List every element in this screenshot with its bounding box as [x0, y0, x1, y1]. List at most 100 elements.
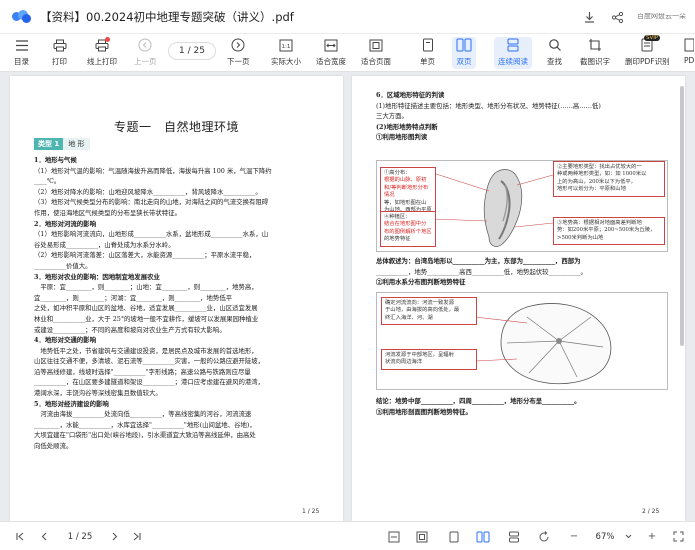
fullscreen-button[interactable] — [670, 522, 686, 550]
text-line: 1．地形与气候 — [34, 156, 77, 164]
vertical-scrollbar[interactable] — [680, 86, 684, 346]
fullscreen-icon — [673, 531, 683, 542]
prev-page-bottom-button[interactable] — [36, 522, 52, 550]
svg-text:1:1: 1:1 — [282, 44, 291, 50]
double-page-bottom-button[interactable] — [474, 522, 492, 550]
document-viewport[interactable]: 专题一 自然地理环境 类型 1 地 形 1．地形与气候 （1）地形对气温的影响：气… — [0, 72, 695, 521]
continuous-reading-button[interactable]: 连续阅读 — [494, 37, 532, 69]
double-page-button[interactable]: 双页 — [452, 37, 476, 69]
chevron-right-circle-icon — [231, 37, 245, 53]
print-button[interactable]: 打印 — [52, 37, 67, 69]
document-title: 【资料】00.2024初中地理专题突破（讲义）.pdf — [40, 9, 294, 24]
download-icon[interactable] — [581, 9, 597, 25]
text-line: 平原：宜________，则________；山地：宜________，则___… — [34, 283, 258, 292]
annotation-line: >500米判断为山地 — [557, 234, 604, 241]
single-page-button[interactable]: 单页 — [420, 37, 435, 69]
continuous-reading-icon — [509, 531, 519, 542]
fit-page-bottom-button[interactable] — [414, 522, 430, 550]
continuous-reading-icon — [506, 37, 520, 53]
text-line: 林业和__________业，大于 25°的坡地一般不宜耕作，缓坡可以发展果园种… — [34, 314, 259, 323]
text-line: __________价值大。 — [34, 261, 92, 270]
text-line: 2．地形对河流的影响 — [34, 219, 96, 228]
screenshot-ocr-button[interactable]: 截图识字 — [580, 37, 610, 69]
single-page-icon — [422, 37, 434, 53]
text-line: 山区往往交通不便，多清坡、泥石流等__________灾害，一般的公路应避开陡坡… — [34, 357, 265, 366]
chevron-right-icon — [112, 532, 117, 541]
last-page-icon — [133, 532, 141, 541]
rotate-icon — [539, 530, 549, 541]
text-line: 三大方面。 — [376, 112, 408, 121]
text-line: 地势低平之处，节省建筑与交通建设投资，是居民点及城市发展的首选地形， — [34, 346, 258, 355]
annotation-line: 终汇入海洋、河、湖 — [385, 314, 433, 321]
text-line: 6．区域地形特征的判读 — [376, 91, 445, 99]
share-icon[interactable] — [609, 9, 625, 25]
search-icon — [548, 37, 562, 53]
text-line: 总体叙述为：台湾岛地形以__________为主，东部为__________，西… — [376, 257, 581, 265]
bottom-page-indicator[interactable]: 1 / 25 — [58, 522, 102, 550]
text-line: 之处，如冲积平原和山区的盆地、谷地，适宜发展__________业，山区适宜发展 — [34, 304, 258, 313]
toolbar: 目录 打印 线上打印 上一页 1 / 25 下一页 1:1 实际大小 适合宽度 … — [0, 34, 695, 72]
text-line: 港阔水深，丰饶沟谷等深线密集且数值较大。 — [34, 389, 162, 398]
chevron-down-icon — [625, 534, 631, 539]
rotate-button[interactable] — [536, 522, 552, 550]
actual-size-button[interactable]: 1:1 实际大小 — [271, 37, 301, 69]
online-printer-icon — [95, 37, 110, 53]
text-line: 谷处易形成__________，山脊处成为水系分水岭。 — [34, 240, 175, 249]
find-button[interactable]: 查找 — [547, 37, 562, 69]
single-page-bottom-button[interactable] — [446, 522, 462, 550]
page-1-text: 1．地形与气候 （1）地形对气温的影响：气温随海拔升高而降低，海拔每升高 100 … — [34, 155, 326, 452]
annotation-line: 于山地，由海拔的高向低处，最 — [385, 307, 460, 314]
last-page-button[interactable] — [128, 522, 144, 550]
fit-width-bottom-button[interactable] — [386, 522, 402, 550]
category-badge: 类型 1 地 形 — [34, 138, 90, 150]
text-line: (1)地形特征描述主要包括：地形类型、地形分布状况、地势特征(……高……低) — [376, 101, 601, 110]
text-line: （3）地形对气候类型分布的影响：南北走向的山地，对海陆之间的气流交换有阻碍 — [34, 198, 269, 207]
pdf-recognition-button[interactable]: 删印PDF识别 — [625, 37, 670, 69]
annotation-line: 结合在地形图中分 — [384, 221, 427, 228]
zoom-level[interactable]: 67% — [588, 522, 622, 550]
first-page-button[interactable] — [12, 522, 28, 550]
pdf-page-2: 6．区域地形特征的判读 (1)地形特征描述主要包括：地形类型、地形分布状况、地势特… — [352, 76, 685, 521]
fit-width-button[interactable]: 适合宽度 — [316, 37, 346, 69]
notification-dot — [105, 37, 110, 42]
text-line: __________，在山区要多建隧道和架设__________；港口应考虑建在… — [34, 378, 265, 387]
toc-button[interactable]: 目录 — [14, 37, 29, 69]
river-system-figure: 确定河流流向：河流一致发源 于山地，由海拔的高向低处，最 终汇入海洋、河、湖 河流发… — [376, 292, 668, 390]
text-line: （2）地形影响河流落差：山区落差大，水能资源__________；平原水流平稳， — [34, 251, 256, 260]
title-bar: 【资料】00.2024初中地理专题突破（讲义）.pdf 百度网盘云一朵 — [0, 0, 695, 34]
zoom-out-button[interactable]: − — [566, 522, 582, 550]
first-page-icon — [15, 532, 23, 541]
text-line: __________，地势__________高西__________低，地势起… — [376, 267, 587, 276]
annotation-line: 地形可以划分为：平原和山地 — [557, 186, 626, 193]
continuous-bottom-button[interactable] — [506, 522, 522, 550]
text-line: ②利用水系分布图判断地势特征 — [376, 278, 466, 287]
single-page-icon — [449, 531, 459, 542]
text-line: 河流由海拔__________处流向低__________，等高线密集的河谷，河… — [34, 410, 252, 419]
crop-icon — [588, 37, 602, 53]
zoom-dropdown-button[interactable] — [622, 522, 634, 550]
zoom-in-button[interactable]: + — [644, 522, 660, 550]
fit-width-icon — [388, 531, 400, 542]
online-print-button[interactable]: 线上打印 — [87, 37, 117, 69]
taiwan-terrain-figure: ①高分布：根据的山脉、原初和/等判断地形分布情况等，如地形图在山为山地、西部为平… — [376, 160, 668, 252]
next-page-bottom-button[interactable] — [106, 522, 122, 550]
pdf-page-1: 专题一 自然地理环境 类型 1 地 形 1．地形与气候 （1）地形对气温的影响：气… — [10, 76, 343, 521]
chevron-left-circle-icon — [138, 37, 152, 53]
next-page-button[interactable]: 下一页 — [227, 37, 250, 69]
baidu-netdisk-logo-icon — [12, 9, 32, 24]
text-line: 4．地形对交通的影响 — [34, 336, 96, 345]
fit-page-button[interactable]: 适合页面 — [361, 37, 391, 69]
annotation-line: 状流向周边海洋 — [385, 359, 423, 366]
annotation-distribution: ①高分布：根据的山脉、原初和/等判断地形分布情况等，如地形图在山为山地、西部为平… — [380, 167, 436, 218]
annotation-line: 势：如200米平原；200~500米为丘陵， — [557, 227, 656, 234]
annotation-river-direction: 确定河流流向：河流一致发源 于山地，由海拔的高向低处，最 终汇入海洋、河、湖 — [381, 297, 477, 326]
text-line: 结论：地势中部__________，四周__________，地形分布呈____… — [376, 397, 581, 405]
actual-size-icon: 1:1 — [279, 37, 293, 53]
chevron-left-icon — [41, 532, 46, 541]
pdf-more-button[interactable]: PD — [684, 37, 694, 69]
annotation-line: 种或两种地形类型，如：如 1000米以 — [557, 171, 647, 178]
page-indicator[interactable]: 1 / 25 — [168, 42, 216, 60]
text-line: 5．地形对经济建设的影响 — [34, 399, 109, 408]
prev-page-button[interactable]: 上一页 — [134, 37, 157, 69]
svip-badge: SVIP — [644, 35, 661, 41]
